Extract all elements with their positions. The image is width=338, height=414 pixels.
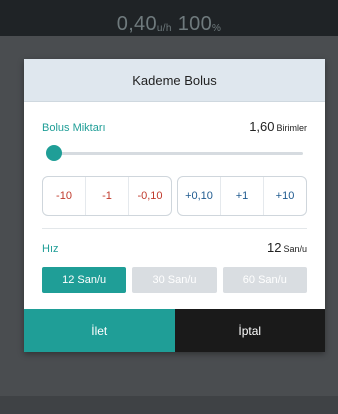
decrement-1-button[interactable]: -1 [86, 177, 129, 215]
increment-group: +0,10 +1 +10 [177, 176, 307, 216]
increment-1-button[interactable]: +1 [221, 177, 264, 215]
decrement-0-10-button[interactable]: -0,10 [129, 177, 171, 215]
step-buttons: -10 -1 -0,10 +0,10 +1 +10 [24, 176, 325, 216]
basal-rate-value: 0,40 [116, 13, 157, 35]
kademe-bolus-dialog: Kademe Bolus Bolus Miktarı 1,60 Birimler … [24, 59, 325, 352]
speed-value: 12 [267, 240, 282, 255]
bolus-amount-row: Bolus Miktarı 1,60 Birimler [24, 118, 325, 136]
speed-unit: San/u [283, 244, 307, 254]
speed-30-button[interactable]: 30 San/u [132, 267, 217, 293]
battery-value: 100 [177, 13, 213, 35]
dialog-title: Kademe Bolus [132, 72, 217, 88]
slider-thumb[interactable] [46, 145, 62, 161]
bolus-amount-value: 1,60 [249, 119, 275, 134]
bolus-amount-slider[interactable] [46, 142, 303, 164]
speed-60-button[interactable]: 60 San/u [222, 267, 307, 293]
speed-row: Hız 12 San/u [24, 239, 325, 257]
decrement-10-button[interactable]: -10 [43, 177, 86, 215]
speed-label: Hız [42, 243, 59, 255]
speed-display: 12 San/u [267, 239, 307, 257]
cancel-button[interactable]: İptal [174, 309, 325, 352]
decrement-group: -10 -1 -0,10 [42, 176, 172, 216]
speed-12-button[interactable]: 12 San/u [42, 267, 127, 293]
section-divider [42, 228, 307, 229]
dialog-header: Kademe Bolus [24, 59, 325, 102]
bolus-amount-display: 1,60 Birimler [249, 118, 307, 136]
increment-0-10-button[interactable]: +0,10 [178, 177, 221, 215]
slider-track[interactable] [56, 152, 303, 155]
bolus-amount-label: Bolus Miktarı [42, 122, 106, 134]
increment-10-button[interactable]: +10 [264, 177, 306, 215]
bolus-amount-unit: Birimler [276, 123, 308, 133]
speed-options: 12 San/u 30 San/u 60 San/u [24, 267, 325, 293]
background-status-bar: 0,40 u/h 100 % [0, 0, 338, 36]
background-footer [0, 396, 338, 414]
battery-unit: % [212, 23, 222, 34]
dialog-footer: İlet İptal [24, 309, 325, 352]
basal-rate-unit: u/h [156, 23, 172, 34]
next-button[interactable]: İlet [24, 309, 175, 352]
